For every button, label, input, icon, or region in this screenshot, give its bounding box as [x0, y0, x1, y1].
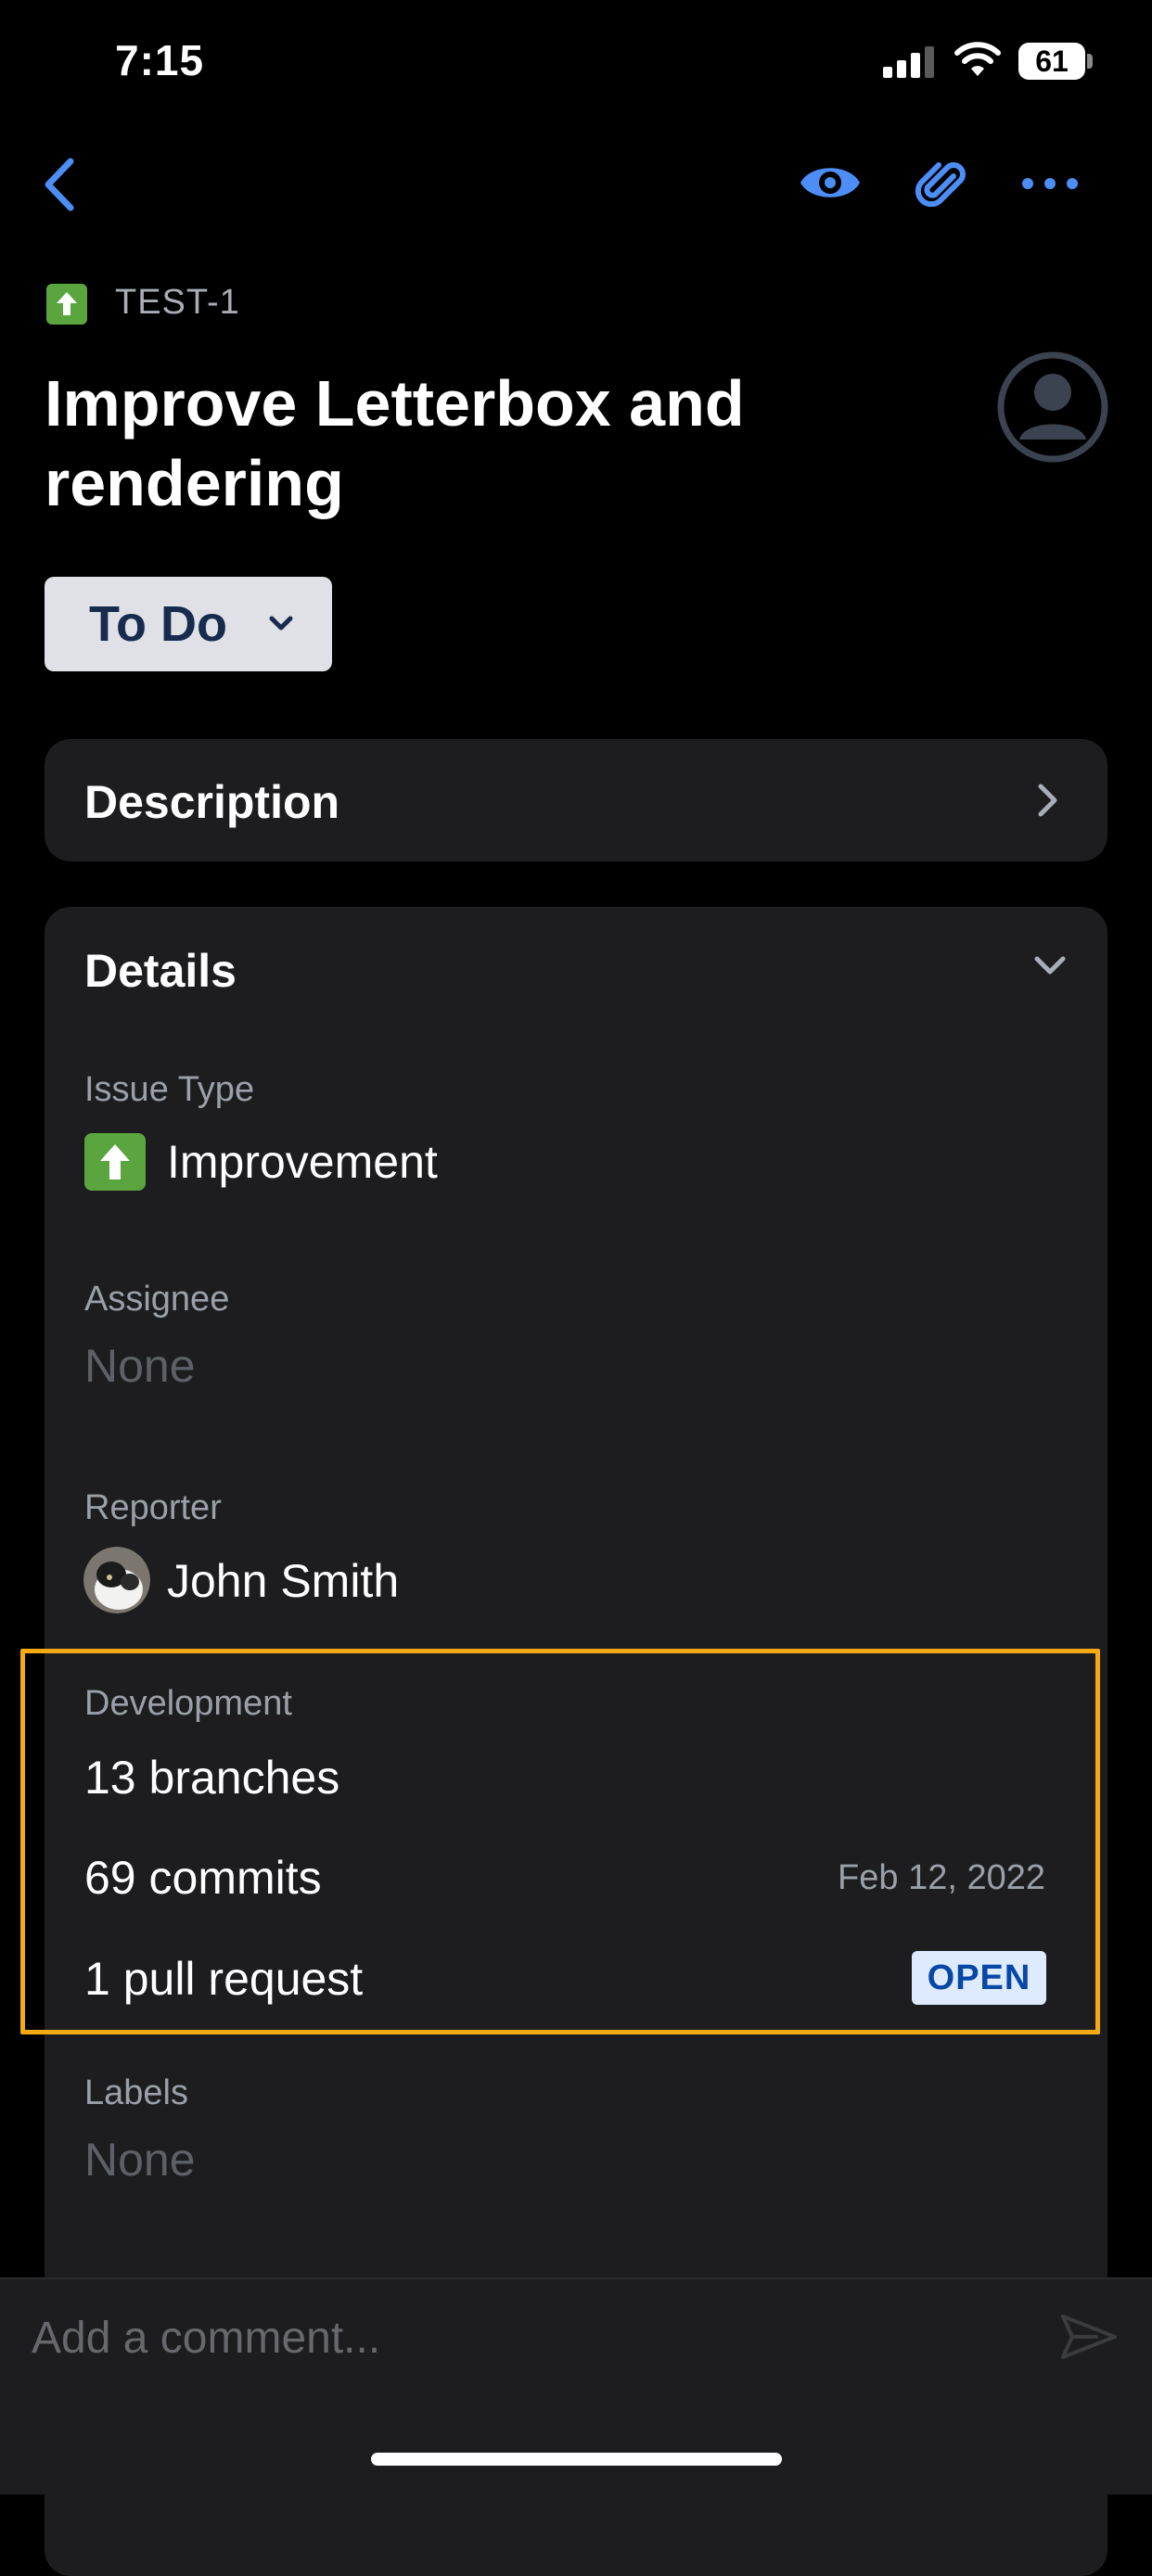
comment-input[interactable]: [32, 2305, 1015, 2370]
status-dropdown[interactable]: To Do: [45, 577, 332, 671]
issue-type-value[interactable]: Improvement: [167, 1135, 438, 1189]
arrow-up-icon: [84, 1133, 146, 1191]
development-label: Development: [84, 1684, 292, 1723]
pull-request-link[interactable]: 1 pull request: [84, 1952, 363, 2006]
status-time: 7:15: [115, 36, 205, 84]
details-label[interactable]: Details: [84, 944, 237, 998]
commits-link[interactable]: 69 commits: [84, 1851, 322, 1905]
issue-key[interactable]: TEST-1: [115, 283, 240, 323]
assignee-value[interactable]: None: [84, 1339, 196, 1393]
labels-label: Labels: [84, 2073, 188, 2112]
reporter-value[interactable]: John Smith: [167, 1554, 399, 1608]
issue-type-label: Issue Type: [84, 1070, 255, 1109]
status-label: To Do: [89, 596, 227, 652]
send-icon[interactable]: [1059, 2309, 1119, 2365]
labels-value[interactable]: None: [84, 2133, 196, 2187]
assignee-label: Assignee: [84, 1280, 230, 1319]
chevron-down-icon[interactable]: [1033, 955, 1067, 976]
chevron-down-icon: [269, 616, 293, 631]
improvement-type-icon: [46, 284, 87, 325]
home-indicator: [371, 2453, 782, 2466]
reporter-label: Reporter: [84, 1488, 222, 1527]
eye-icon[interactable]: [798, 158, 863, 208]
description-label: Description: [84, 776, 340, 828]
cellular-signal-icon: [883, 46, 934, 78]
battery-tip: [1087, 54, 1093, 69]
issue-title[interactable]: Improve Letterbox and rendering: [45, 363, 879, 523]
paperclip-icon[interactable]: [913, 156, 968, 211]
chevron-right-icon: [1038, 784, 1057, 817]
branches-link[interactable]: 13 branches: [84, 1751, 339, 1804]
pr-status-badge: OPEN: [912, 1951, 1046, 2005]
more-horizontal-icon[interactable]: [1020, 171, 1080, 197]
assignee-avatar-icon[interactable]: [996, 351, 1109, 464]
wifi-icon: [954, 42, 1001, 76]
commits-date: Feb 12, 2022: [838, 1858, 1045, 1897]
reporter-avatar[interactable]: [83, 1547, 150, 1613]
chevron-left-icon[interactable]: [37, 156, 83, 213]
battery-indicator: 61: [1018, 43, 1085, 80]
